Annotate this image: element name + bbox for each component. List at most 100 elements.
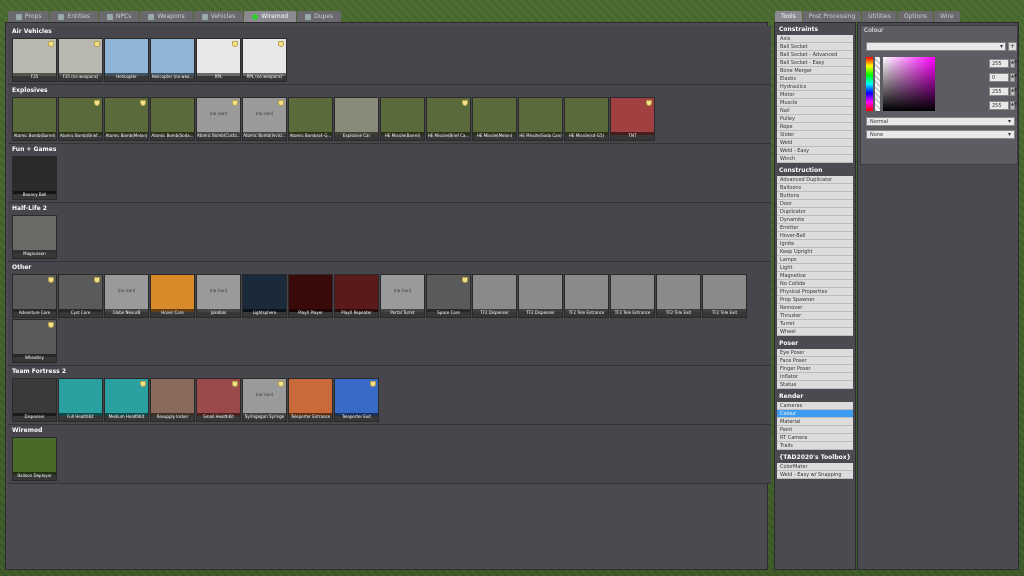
tool-item[interactable]: No Collide (777, 280, 853, 288)
spawn-icon[interactable]: (no icon) Jukebox (196, 274, 241, 318)
tool-item[interactable]: Door (777, 200, 853, 208)
tab-wiremod[interactable]: Wiremod (244, 11, 297, 22)
tool-item[interactable]: Nail (777, 107, 853, 115)
tab-npcs[interactable]: NPCs (98, 11, 140, 22)
tool-item[interactable]: Hydraulics (777, 83, 853, 91)
preset-add-button[interactable]: + (1008, 42, 1017, 51)
tool-item[interactable]: Axis (777, 35, 853, 43)
spawn-icon[interactable]: TF2 Tele Exit (702, 274, 747, 318)
spawn-icon[interactable]: Adventure Core (12, 274, 57, 318)
tool-item[interactable]: Ball Socket - Easy (777, 59, 853, 67)
tool-item[interactable]: Material (777, 418, 853, 426)
spawn-icon[interactable]: Dispenser (12, 378, 57, 422)
preset-dropdown[interactable]: ▾ (866, 42, 1006, 51)
tab-dupes[interactable]: Dupes (297, 11, 342, 22)
spawn-icon[interactable]: RPL (no weapons) (242, 38, 287, 82)
tool-item[interactable]: Magnetise (777, 272, 853, 280)
spawn-icon[interactable]: HE Missile(Barrel) (380, 97, 425, 141)
tool-item[interactable]: Ball Socket - Advanced (777, 51, 853, 59)
tool-item[interactable]: Statue (777, 381, 853, 389)
spawn-icon[interactable]: Atomic Bomb(Soda... (150, 97, 195, 141)
tool-group-title[interactable]: Render (777, 392, 853, 402)
spawn-icon[interactable]: Full HealthKit (58, 378, 103, 422)
category-title[interactable]: Air Vehicles (12, 28, 767, 36)
spawn-icon[interactable]: PlayX Repeater (334, 274, 379, 318)
green-field[interactable]: 0 (989, 73, 1009, 82)
spawn-icon[interactable]: Bouncy Ball (12, 156, 57, 200)
tool-item[interactable]: Rope (777, 123, 853, 131)
tool-item[interactable]: Balloons (777, 184, 853, 192)
spawn-icon[interactable]: HE Missile(s4-G5) (564, 97, 609, 141)
tab-tools[interactable]: Tools (775, 11, 802, 22)
spawn-icon[interactable]: Lightsphere (242, 274, 287, 318)
tool-item[interactable]: Thruster (777, 312, 853, 320)
render-mode-select[interactable]: Normal ▾ (866, 117, 1015, 126)
tool-group-title[interactable]: Constraints (777, 25, 853, 35)
spawn-icon[interactable]: TF2 Dispenser (518, 274, 563, 318)
spawn-icon[interactable]: Atomic Bomb(Melon) (104, 97, 149, 141)
tool-item[interactable]: Elastic (777, 75, 853, 83)
spawn-icon[interactable]: F35 (no weapons) (58, 38, 103, 82)
tool-item[interactable]: Weld - Easy (777, 147, 853, 155)
tool-item[interactable]: Duplicator (777, 208, 853, 216)
spawn-icon[interactable]: Atomic Bomb(s4-G... (288, 97, 333, 141)
category-title[interactable]: Half-Life 2 (12, 205, 767, 213)
spawn-icon[interactable]: Hover Core (150, 274, 195, 318)
category-title[interactable]: Other (12, 264, 767, 272)
spawn-icon[interactable]: Helicopter (no wea... (150, 38, 195, 82)
tool-item[interactable]: Cameras (777, 402, 853, 410)
tab-entities[interactable]: Entities (50, 11, 98, 22)
spawn-icon[interactable]: PlayX Player (288, 274, 333, 318)
tab-wire[interactable]: Wire (934, 11, 960, 22)
render-fx-select[interactable]: None ▾ (866, 130, 1015, 139)
tool-item[interactable]: Wheel (777, 328, 853, 336)
hue-slider[interactable] (866, 57, 873, 111)
red-spinner[interactable]: ▲▼ (1010, 59, 1017, 68)
tab-vehicles[interactable]: Vehicles (193, 11, 244, 22)
spawn-icon[interactable]: Cyst Core (58, 274, 103, 318)
tool-item[interactable]: Bone Merger (777, 67, 853, 75)
category-title[interactable]: Team Fortress 2 (12, 368, 767, 376)
tool-item[interactable]: Inflator (777, 373, 853, 381)
tab-post-processing[interactable]: Post Processing (802, 11, 862, 22)
tool-item[interactable]: Emitter (777, 224, 853, 232)
spawn-icon[interactable]: Medium HealthKit (104, 378, 149, 422)
tool-item[interactable]: Remover (777, 304, 853, 312)
spawn-icon[interactable]: TF2 Tele Entrance (610, 274, 655, 318)
blue-field[interactable]: 255 (989, 87, 1009, 96)
colour-picker-box[interactable] (883, 57, 935, 111)
tool-item[interactable]: Winch (777, 155, 853, 163)
spawn-icon[interactable]: (no icon) Globe Nexus8 (104, 274, 149, 318)
tool-item[interactable]: Light (777, 264, 853, 272)
spawn-icon[interactable]: F35 (12, 38, 57, 82)
spawn-icon[interactable]: (no icon) Portal Turret (380, 274, 425, 318)
spawn-icon[interactable]: TF2 Tele Exit (656, 274, 701, 318)
spawn-icon[interactable]: Explosive Car (334, 97, 379, 141)
tool-item[interactable]: Lamps (777, 256, 853, 264)
tool-item[interactable]: Advanced Duplicator (777, 176, 853, 184)
tool-item[interactable]: RT Camera (777, 434, 853, 442)
tool-item[interactable]: Pulley (777, 115, 853, 123)
spawn-icon[interactable]: Space Core (426, 274, 471, 318)
green-spinner[interactable]: ▲▼ (1010, 73, 1017, 82)
tab-weapons[interactable]: Weapons (140, 11, 193, 22)
spawn-icon[interactable]: (no icon) Atomic Bomb(Custo... (196, 97, 241, 141)
tool-item[interactable]: Ignite (777, 240, 853, 248)
spawn-icon[interactable]: (no icon) Atomic Bomb(Invisi... (242, 97, 287, 141)
category-title[interactable]: Wiremod (12, 427, 767, 435)
tool-group-title[interactable]: {TAD2020's Toolbox} (777, 453, 853, 463)
tool-item[interactable]: Buttons (777, 192, 853, 200)
spawn-icon[interactable]: TF2 Dispenser (472, 274, 517, 318)
tool-item[interactable]: Weld - Easy w/ Snapping (777, 471, 853, 479)
tool-item[interactable]: Hover-Ball (777, 232, 853, 240)
alpha-field[interactable]: 255 (989, 101, 1009, 110)
tool-item[interactable]: Motor (777, 91, 853, 99)
tool-group-title[interactable]: Construction (777, 166, 853, 176)
spawn-icon[interactable]: HE Missile(Soda Can) (518, 97, 563, 141)
tool-item[interactable]: Eye Poser (777, 349, 853, 357)
tool-item[interactable]: Face Poser (777, 357, 853, 365)
spawn-icon[interactable]: (no icon) Syringegun Syringe (242, 378, 287, 422)
category-title[interactable]: Explosives (12, 87, 767, 95)
spawn-icon[interactable]: TNT (610, 97, 655, 141)
tab-options[interactable]: Options (897, 11, 934, 22)
